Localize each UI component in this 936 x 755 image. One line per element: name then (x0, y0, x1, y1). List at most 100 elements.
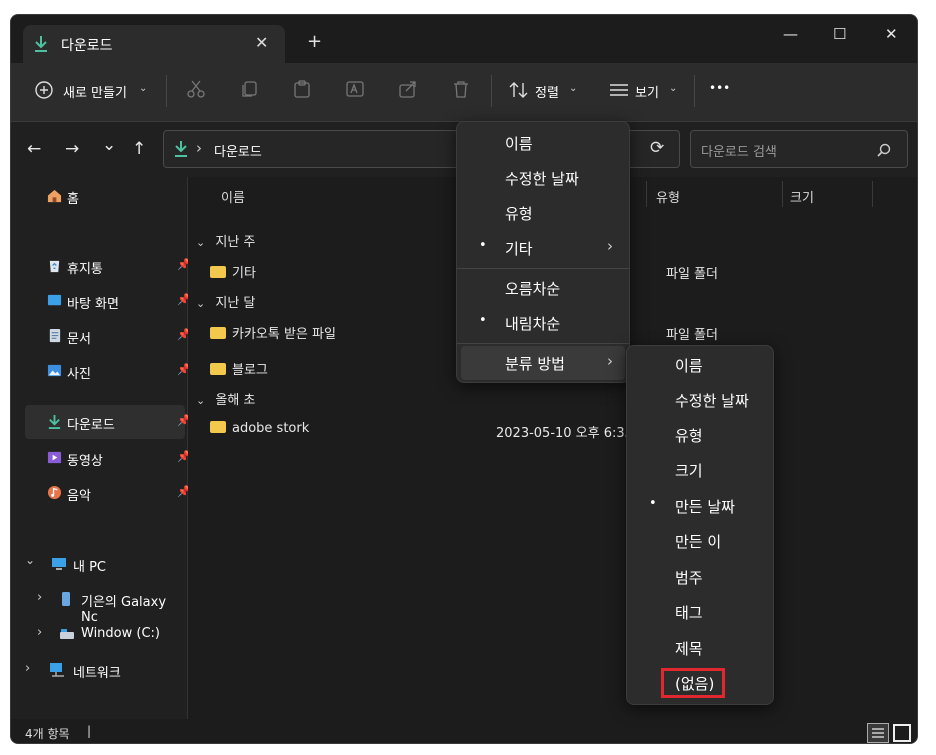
tiles-view-button[interactable] (893, 724, 911, 742)
folder-icon (210, 421, 226, 433)
menu-item-label: 유형 (505, 205, 533, 223)
sidebar-item-label: 문서 (67, 332, 91, 347)
menu-item-sort-name[interactable]: 이름 (461, 126, 625, 160)
delete-icon[interactable] (451, 79, 471, 99)
menu-item-label: 오름차순 (505, 280, 561, 298)
menu-item-group-type[interactable]: 유형 (631, 418, 769, 452)
group-header[interactable]: ⌄ 지난 달 (196, 292, 255, 311)
menu-item-group-name[interactable]: 이름 (631, 348, 769, 382)
desktop-icon (47, 294, 62, 306)
chevron-right-icon: › (37, 625, 43, 640)
column-header-size[interactable]: 크기 (790, 187, 814, 206)
title-bar: 다운로드 ✕ + — ☐ ✕ (11, 15, 917, 63)
folder-icon (210, 327, 226, 339)
up-button[interactable]: ↑ (132, 139, 146, 159)
column-header-type[interactable]: 유형 (656, 187, 680, 206)
menu-item-group-tags[interactable]: 태그 (631, 595, 769, 629)
new-button[interactable]: 새로 만들기 ⌄ (25, 63, 155, 121)
back-button[interactable]: ← (27, 139, 41, 159)
breadcrumb-downloads[interactable]: 다운로드 (214, 141, 262, 160)
home-icon (47, 189, 62, 203)
sidebar-item-galaxy[interactable]: › 기은의 Galaxy Nc (25, 584, 185, 625)
recent-locations-button[interactable]: ⌄ (102, 135, 116, 155)
refresh-button[interactable]: ⟳ (650, 138, 664, 158)
sidebar-item-recycle-bin[interactable]: 휴지통 📌 (25, 249, 191, 283)
sidebar-item-documents[interactable]: 문서 📌 (25, 319, 191, 353)
share-icon[interactable] (398, 79, 418, 99)
tab-title: 다운로드 (61, 38, 113, 54)
menu-item-label: 내림차순 (505, 315, 561, 333)
file-type: 파일 폴더 (666, 328, 718, 343)
more-options-button[interactable]: ••• (709, 81, 730, 95)
sidebar-item-home[interactable]: 홈 (25, 179, 185, 213)
menu-item-ascending[interactable]: 오름차순 (461, 271, 625, 305)
menu-item-group-created[interactable]: • 만든 날짜 (631, 489, 769, 523)
selected-bullet-icon: • (479, 313, 487, 328)
menu-item-group-category[interactable]: 범주 (631, 560, 769, 594)
navigation-pane: 홈 휴지통 📌 바탕 화면 📌 문서 📌 사진 📌 다운로드 📌 동영상 📌 음… (11, 177, 191, 719)
menu-item-group-size[interactable]: 크기 (631, 453, 769, 487)
group-header[interactable]: ⌄ 지난 주 (196, 231, 255, 250)
list-item[interactable]: 기타 (210, 262, 256, 281)
tab-downloads[interactable]: 다운로드 ✕ (23, 25, 285, 63)
cut-icon[interactable] (186, 79, 206, 99)
rename-icon[interactable] (345, 79, 365, 99)
forward-button[interactable]: → (65, 139, 79, 159)
menu-item-group-by[interactable]: 분류 방법 › (461, 346, 625, 380)
chevron-down-icon: ⌄ (669, 83, 678, 94)
menu-item-group-none[interactable]: (없음) (631, 666, 769, 700)
sort-button[interactable]: 정렬 ⌄ (505, 63, 585, 121)
column-header-name[interactable]: 이름 (221, 187, 245, 206)
pictures-icon (47, 364, 62, 377)
minimize-button[interactable]: — (783, 25, 798, 43)
menu-item-descending[interactable]: • 내림차순 (461, 306, 625, 340)
view-button[interactable]: 보기 ⌄ (605, 63, 685, 121)
list-item[interactable]: adobe stork (210, 421, 309, 436)
videos-icon (47, 451, 62, 464)
recycle-bin-icon (49, 260, 60, 273)
new-tab-button[interactable]: + (307, 31, 322, 52)
folder-icon (210, 363, 226, 375)
details-view-button[interactable] (867, 723, 889, 743)
computer-icon (52, 558, 66, 570)
menu-item-sort-more[interactable]: • 기타 › (461, 231, 625, 265)
menu-item-label: 수정한 날짜 (505, 170, 579, 188)
copy-icon[interactable] (239, 79, 259, 99)
group-title: 올해 초 (215, 393, 256, 408)
menu-item-label: 이름 (675, 357, 703, 375)
file-name: 카카오톡 받은 파일 (232, 327, 336, 342)
search-input[interactable]: 다운로드 검색 (701, 141, 777, 160)
maximize-button[interactable]: ☐ (833, 25, 846, 43)
paste-icon[interactable] (292, 79, 312, 99)
menu-item-group-author[interactable]: 만든 이 (631, 524, 769, 558)
sidebar-item-label: 음악 (67, 489, 91, 504)
sidebar-item-drive-c[interactable]: › Window (C:) (25, 619, 185, 649)
sidebar-item-music[interactable]: 음악 📌 (25, 476, 191, 510)
group-header[interactable]: ⌄ 올해 초 (196, 389, 255, 408)
details-view-icon (872, 728, 884, 738)
sidebar-item-desktop[interactable]: 바탕 화면 📌 (25, 284, 191, 318)
list-item[interactable]: 블로그 (210, 359, 268, 378)
tab-close-button[interactable]: ✕ (255, 33, 268, 52)
chevron-down-icon: ⌄ (196, 236, 206, 249)
menu-item-label: 태그 (675, 604, 703, 622)
sort-label: 정렬 (535, 86, 559, 101)
menu-item-sort-modified[interactable]: 수정한 날짜 (461, 161, 625, 195)
menu-item-group-modified[interactable]: 수정한 날짜 (631, 383, 769, 417)
sidebar-item-network[interactable]: › 네트워크 (25, 655, 185, 685)
search-box[interactable]: 다운로드 검색 (690, 130, 908, 168)
chevron-right-icon: › (25, 661, 31, 676)
download-icon (35, 36, 47, 52)
file-name: adobe stork (232, 421, 310, 436)
download-icon (48, 414, 61, 429)
menu-item-label: (없음) (675, 675, 715, 693)
sidebar-item-videos[interactable]: 동영상 📌 (25, 441, 191, 475)
sidebar-item-this-pc[interactable]: ⌄ 내 PC (25, 549, 185, 579)
close-window-button[interactable]: ✕ (885, 25, 898, 43)
sidebar-item-downloads[interactable]: 다운로드 📌 (25, 405, 191, 439)
menu-item-sort-type[interactable]: 유형 (461, 196, 625, 230)
sidebar-item-pictures[interactable]: 사진 📌 (25, 354, 191, 388)
menu-item-group-title[interactable]: 제목 (631, 631, 769, 665)
list-item[interactable]: 카카오톡 받은 파일 (210, 323, 336, 342)
file-name: 기타 (232, 266, 256, 281)
